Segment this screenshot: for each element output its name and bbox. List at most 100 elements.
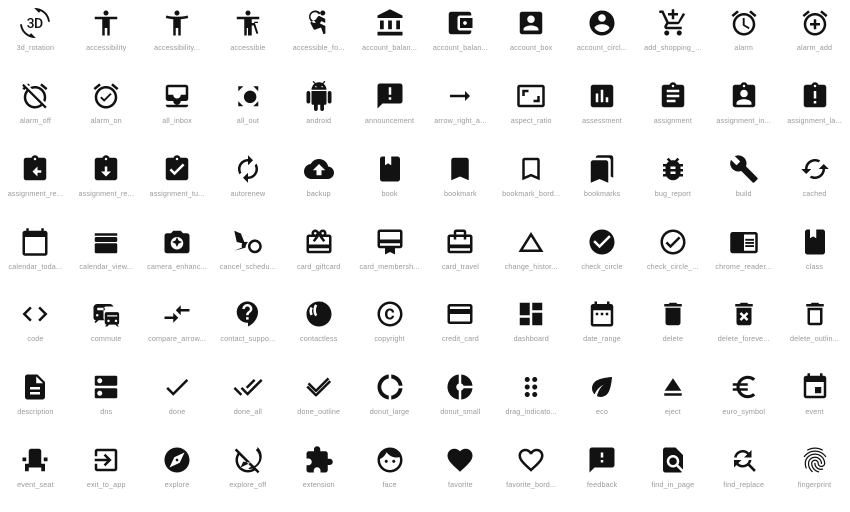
icon-cell-book[interactable]: book <box>354 148 425 221</box>
icon-cell-announcement[interactable]: announcement <box>354 75 425 148</box>
icon-cell-extension[interactable]: extension <box>283 439 354 512</box>
icon-cell-change_history[interactable]: change_histor... <box>496 221 567 294</box>
icon-cell-donut_large[interactable]: donut_large <box>354 366 425 439</box>
aspect_ratio-icon[interactable] <box>514 79 548 113</box>
delete-icon[interactable] <box>656 297 690 331</box>
icon-cell-face[interactable]: face <box>354 439 425 512</box>
icon-cell-assignment_late[interactable]: assignment_la... <box>779 75 850 148</box>
icon-cell-done_outline[interactable]: done_outline <box>283 366 354 439</box>
accessible_forward-icon[interactable] <box>302 6 336 40</box>
icon-cell-camera_enhance[interactable]: camera_enhanc... <box>142 221 213 294</box>
icon-cell-alarm_off[interactable]: alarm_off <box>0 75 71 148</box>
icon-cell-drag_indicator[interactable]: drag_indicato... <box>496 366 567 439</box>
icon-cell-donut_small[interactable]: donut_small <box>425 366 496 439</box>
card_membership-icon[interactable] <box>373 225 407 259</box>
icon-cell-calendar_today[interactable]: calendar_toda... <box>0 221 71 294</box>
face-icon[interactable] <box>373 443 407 477</box>
icon-cell-add_shopping_cart[interactable]: add_shopping_... <box>637 2 708 75</box>
icon-cell-3d_rotation[interactable]: 3d_rotation <box>0 2 71 75</box>
assignment_late-icon[interactable] <box>798 79 832 113</box>
change_history-icon[interactable] <box>514 225 548 259</box>
eco-icon[interactable] <box>585 370 619 404</box>
icon-cell-fingerprint[interactable]: fingerprint <box>779 439 850 512</box>
icon-cell-arrow_right_alt[interactable]: arrow_right_a... <box>425 75 496 148</box>
done_outline-icon[interactable] <box>302 370 336 404</box>
dns-icon[interactable] <box>89 370 123 404</box>
icon-cell-alarm_on[interactable]: alarm_on <box>71 75 142 148</box>
eject-icon[interactable] <box>656 370 690 404</box>
compare_arrows-icon[interactable] <box>160 297 194 331</box>
bookmark_border-icon[interactable] <box>514 152 548 186</box>
backup-icon[interactable] <box>302 152 336 186</box>
icon-cell-event[interactable]: event <box>779 366 850 439</box>
icon-cell-accessibility_new[interactable]: accessibility... <box>142 2 213 75</box>
assessment-icon[interactable] <box>585 79 619 113</box>
explore-icon[interactable] <box>160 443 194 477</box>
favorite-icon[interactable] <box>443 443 477 477</box>
alarm-icon[interactable] <box>727 6 761 40</box>
icon-cell-card_giftcard[interactable]: card_giftcard <box>283 221 354 294</box>
icon-cell-euro_symbol[interactable]: euro_symbol <box>708 366 779 439</box>
icon-cell-commute[interactable]: commute <box>71 293 142 366</box>
icon-cell-explore[interactable]: explore <box>142 439 213 512</box>
cancel_schedule_send-icon[interactable] <box>231 225 265 259</box>
icon-cell-delete[interactable]: delete <box>637 293 708 366</box>
icon-cell-bug_report[interactable]: bug_report <box>637 148 708 221</box>
accessibility_new-icon[interactable] <box>160 6 194 40</box>
account_box-icon[interactable] <box>514 6 548 40</box>
assignment_ind-icon[interactable] <box>727 79 761 113</box>
icon-cell-eject[interactable]: eject <box>637 366 708 439</box>
icon-cell-all_inbox[interactable]: all_inbox <box>142 75 213 148</box>
cached-icon[interactable] <box>798 152 832 186</box>
icon-cell-assessment[interactable]: assessment <box>567 75 638 148</box>
check_circle-icon[interactable] <box>585 225 619 259</box>
icon-cell-assignment_turned_in[interactable]: assignment_tu... <box>142 148 213 221</box>
icon-cell-code[interactable]: code <box>0 293 71 366</box>
drag_indicator-icon[interactable] <box>514 370 548 404</box>
icon-cell-date_range[interactable]: date_range <box>567 293 638 366</box>
accessibility-icon[interactable] <box>89 6 123 40</box>
icon-cell-accessibility[interactable]: accessibility <box>71 2 142 75</box>
find_in_page-icon[interactable] <box>656 443 690 477</box>
credit_card-icon[interactable] <box>443 297 477 331</box>
commute-icon[interactable] <box>89 297 123 331</box>
icon-cell-exit_to_app[interactable]: exit_to_app <box>71 439 142 512</box>
chrome_reader_mode-icon[interactable] <box>727 225 761 259</box>
icon-cell-eco[interactable]: eco <box>567 366 638 439</box>
copyright-icon[interactable] <box>373 297 407 331</box>
icon-cell-delete_outline[interactable]: delete_outlin... <box>779 293 850 366</box>
icon-cell-autorenew[interactable]: autorenew <box>212 148 283 221</box>
icon-cell-done_all[interactable]: done_all <box>212 366 283 439</box>
icon-cell-card_travel[interactable]: card_travel <box>425 221 496 294</box>
accessible-icon[interactable] <box>231 6 265 40</box>
icon-cell-android[interactable]: android <box>283 75 354 148</box>
arrow_right_alt-icon[interactable] <box>443 79 477 113</box>
camera_enhance-icon[interactable] <box>160 225 194 259</box>
icon-cell-bookmark_border[interactable]: bookmark_bord... <box>496 148 567 221</box>
assignment_return-icon[interactable] <box>18 152 52 186</box>
3d_rotation-icon[interactable] <box>18 6 52 40</box>
alarm_add-icon[interactable] <box>798 6 832 40</box>
book-icon[interactable] <box>373 152 407 186</box>
assignment-icon[interactable] <box>656 79 690 113</box>
icon-cell-all_out[interactable]: all_out <box>212 75 283 148</box>
code-icon[interactable] <box>18 297 52 331</box>
event_seat-icon[interactable] <box>18 443 52 477</box>
icon-cell-assignment_returned[interactable]: assignment_re... <box>71 148 142 221</box>
icon-cell-assignment[interactable]: assignment <box>637 75 708 148</box>
announcement-icon[interactable] <box>373 79 407 113</box>
build-icon[interactable] <box>727 152 761 186</box>
all_out-icon[interactable] <box>231 79 265 113</box>
icon-cell-accessible_forward[interactable]: accessible_fo... <box>283 2 354 75</box>
autorenew-icon[interactable] <box>231 152 265 186</box>
done_all-icon[interactable] <box>231 370 265 404</box>
dashboard-icon[interactable] <box>514 297 548 331</box>
icon-cell-find_replace[interactable]: find_replace <box>708 439 779 512</box>
icon-cell-card_membership[interactable]: card_membersh... <box>354 221 425 294</box>
icon-cell-find_in_page[interactable]: find_in_page <box>637 439 708 512</box>
icon-cell-account_balance_wallet[interactable]: account_balan... <box>425 2 496 75</box>
icon-cell-cached[interactable]: cached <box>779 148 850 221</box>
icon-cell-explore_off[interactable]: explore_off <box>212 439 283 512</box>
assignment_turned_in-icon[interactable] <box>160 152 194 186</box>
explore_off-icon[interactable] <box>231 443 265 477</box>
